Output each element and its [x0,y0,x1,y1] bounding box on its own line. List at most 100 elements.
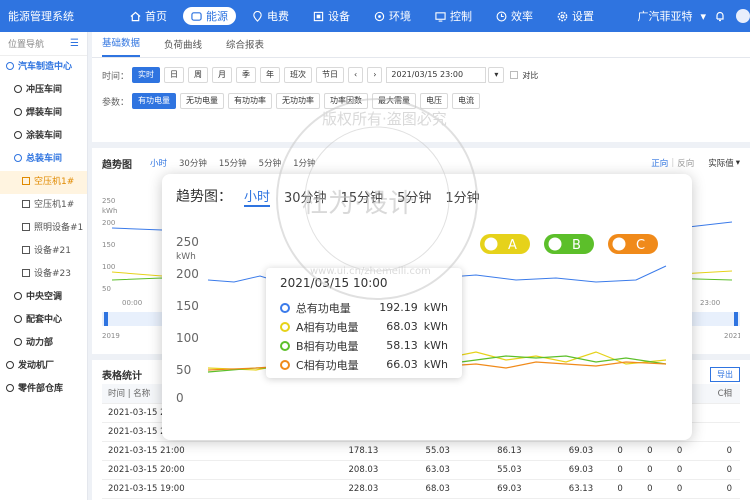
table-cell: 0 [630,460,661,480]
sidebar-item-compressor-1-selected[interactable]: 空压机1# [0,171,87,194]
nav-electricity-fee[interactable]: 电费 [244,7,297,25]
sidebar-item-compressor-1[interactable]: 空压机1# [0,194,87,217]
brush-handle-left[interactable] [104,312,108,326]
param-label: 参数： [102,97,130,108]
param-active-power[interactable]: 有功功率 [228,93,272,109]
company-selector[interactable]: 广汽菲亚特 [637,8,692,24]
param-reactive-power[interactable]: 无功功率 [276,93,320,109]
sidebar-item-device-23[interactable]: 设备#23 [0,263,87,286]
top-bar: 能源管理系统 首页 能源 电费 设备 环境 控制 效率 设置 广汽菲亚特 ▾ [0,0,750,32]
sidebar-item-engine-plant[interactable]: 发动机厂 [0,355,87,378]
nav-home[interactable]: 首页 [122,7,175,25]
time-option-quarter[interactable]: 季 [236,67,256,83]
brush-right-label: 2021 [724,332,740,340]
prev-date-button[interactable]: ‹ [348,67,364,83]
sidebar-item-power-dept[interactable]: 动力部 [0,332,87,355]
chevron-down-icon[interactable]: ▾ [700,10,706,23]
table-header-cell: C相 [690,384,740,404]
nav-device[interactable]: 设备 [305,7,358,25]
export-button[interactable]: 导出 [710,366,740,382]
tab-load-curve[interactable]: 负荷曲线 [164,37,202,57]
sidebar-item-welding[interactable]: 焊装车间 [0,102,87,125]
gran-hour[interactable]: 小时 [150,157,167,169]
sidebar-item-parts-warehouse[interactable]: 零件部仓库 [0,378,87,401]
overlay-legend[interactable]: A B C [480,234,658,254]
table-cell: 0 [601,479,631,499]
overlay-title: 趋势图： [176,189,232,205]
time-option-year[interactable]: 年 [260,67,280,83]
gran-5min[interactable]: 5分钟 [259,157,281,169]
compare-checkbox[interactable] [510,71,519,79]
tab-report[interactable]: 综合报表 [226,37,264,57]
datetime-picker[interactable]: 2021/03/15 23:00 [386,67,487,83]
table-cell: 0 [660,460,691,480]
param-reactive-energy[interactable]: 无功电量 [180,93,224,109]
sidebar-item-painting[interactable]: 涂装车间 [0,125,87,148]
sidebar-item-device-21[interactable]: 设备#21 [0,240,87,263]
menu-toggle-icon[interactable]: ☰ [70,38,79,49]
gran-30min[interactable]: 30分钟 [179,157,207,169]
overlay-gran-30min[interactable]: 30分钟 [284,187,327,206]
time-option-week[interactable]: 周 [188,67,208,83]
sidebar-item-manufacturing-center[interactable]: 汽车制造中心 [0,56,87,79]
time-option-realtime[interactable]: 实时 [132,67,160,83]
datetime-dropdown-icon[interactable]: ▾ [488,67,505,83]
sidebar-item-stamping[interactable]: 冲压车间 [0,79,87,102]
avatar[interactable] [736,9,750,23]
table-title: 表格统计 [102,370,142,382]
order-asc[interactable]: 正向 [651,157,668,169]
time-option-holiday[interactable]: 节日 [316,67,344,83]
person-icon [14,108,22,116]
overlay-gran-1min[interactable]: 1分钟 [445,187,479,206]
overlay-gran-hour[interactable]: 小时 [244,186,271,207]
nav-settings[interactable]: 设置 [549,7,602,25]
param-voltage[interactable]: 电压 [420,93,448,109]
param-power-factor[interactable]: 功率因数 [324,93,368,109]
mode-select[interactable]: 实际值 [708,157,734,169]
table-cell: 69.03 [529,441,602,461]
param-current[interactable]: 电流 [452,93,480,109]
overlay-gran-15min[interactable]: 15分钟 [341,187,384,206]
table-cell: 0 [630,441,661,461]
device-icon [22,223,30,231]
person-icon [14,131,22,139]
param-max-demand[interactable]: 最大需量 [372,93,416,109]
nav-efficiency[interactable]: 效率 [488,7,541,25]
table-row: 2021-03-15 20:00 208.03 63.03 55.03 69.03 0 0 0… [102,460,740,480]
next-date-button[interactable]: › [367,67,383,83]
param-active-energy[interactable]: 有功电量 [132,93,176,109]
order-desc[interactable]: 反向 [677,157,694,169]
nav-control[interactable]: 控制 [427,7,480,25]
overlay-legend-b-knob [548,237,562,251]
fan-icon [374,11,385,21]
nav-environment[interactable]: 环境 [366,7,419,25]
overlay-legend-a-label: A [508,238,517,253]
overlay-legend-c-knob [612,237,626,251]
overlay-y-tick: 250 [176,235,199,249]
time-option-day[interactable]: 日 [164,67,184,83]
sidebar: 位置导航 ☰ 汽车制造中心 冲压车间 焊装车间 涂装车间 总装车间 空压机1# … [0,32,88,500]
chevron-down-icon[interactable]: ▾ [736,158,740,168]
table-row: 2021-03-15 19:00 228.03 68.03 69.03 63.13 0 0 0… [102,479,740,499]
y-tick: 50 [102,285,111,293]
gran-1min[interactable]: 1分钟 [293,157,315,169]
tab-basic-data[interactable]: 基础数据 [102,35,141,57]
nav-energy[interactable]: 能源 [183,7,236,25]
gran-15min[interactable]: 15分钟 [219,157,247,169]
brush-handle-right[interactable] [734,312,738,326]
tab-bar: 基础数据 负荷曲线 综合报表 [92,32,750,58]
tooltip-marker-total [280,302,290,313]
bell-icon[interactable] [714,10,726,22]
tooltip-row-c: C相有功电量 66.03 kWh [280,355,448,374]
sidebar-item-assembly[interactable]: 总装车间 [0,148,87,171]
time-option-month[interactable]: 月 [212,67,232,83]
sidebar-item-supporting-center[interactable]: 配套中心 [0,309,87,332]
table-cell: 2021-03-15 21:00 [102,441,303,461]
overlay-gran-5min[interactable]: 5分钟 [397,187,431,206]
table-cell: 0 [690,479,740,499]
person-icon [14,292,22,300]
sidebar-item-lighting-1[interactable]: 照明设备#1 [0,217,87,240]
y-tick: 200 [102,219,115,227]
time-option-shift[interactable]: 班次 [284,67,312,83]
sidebar-item-central-ac[interactable]: 中央空调 [0,286,87,309]
